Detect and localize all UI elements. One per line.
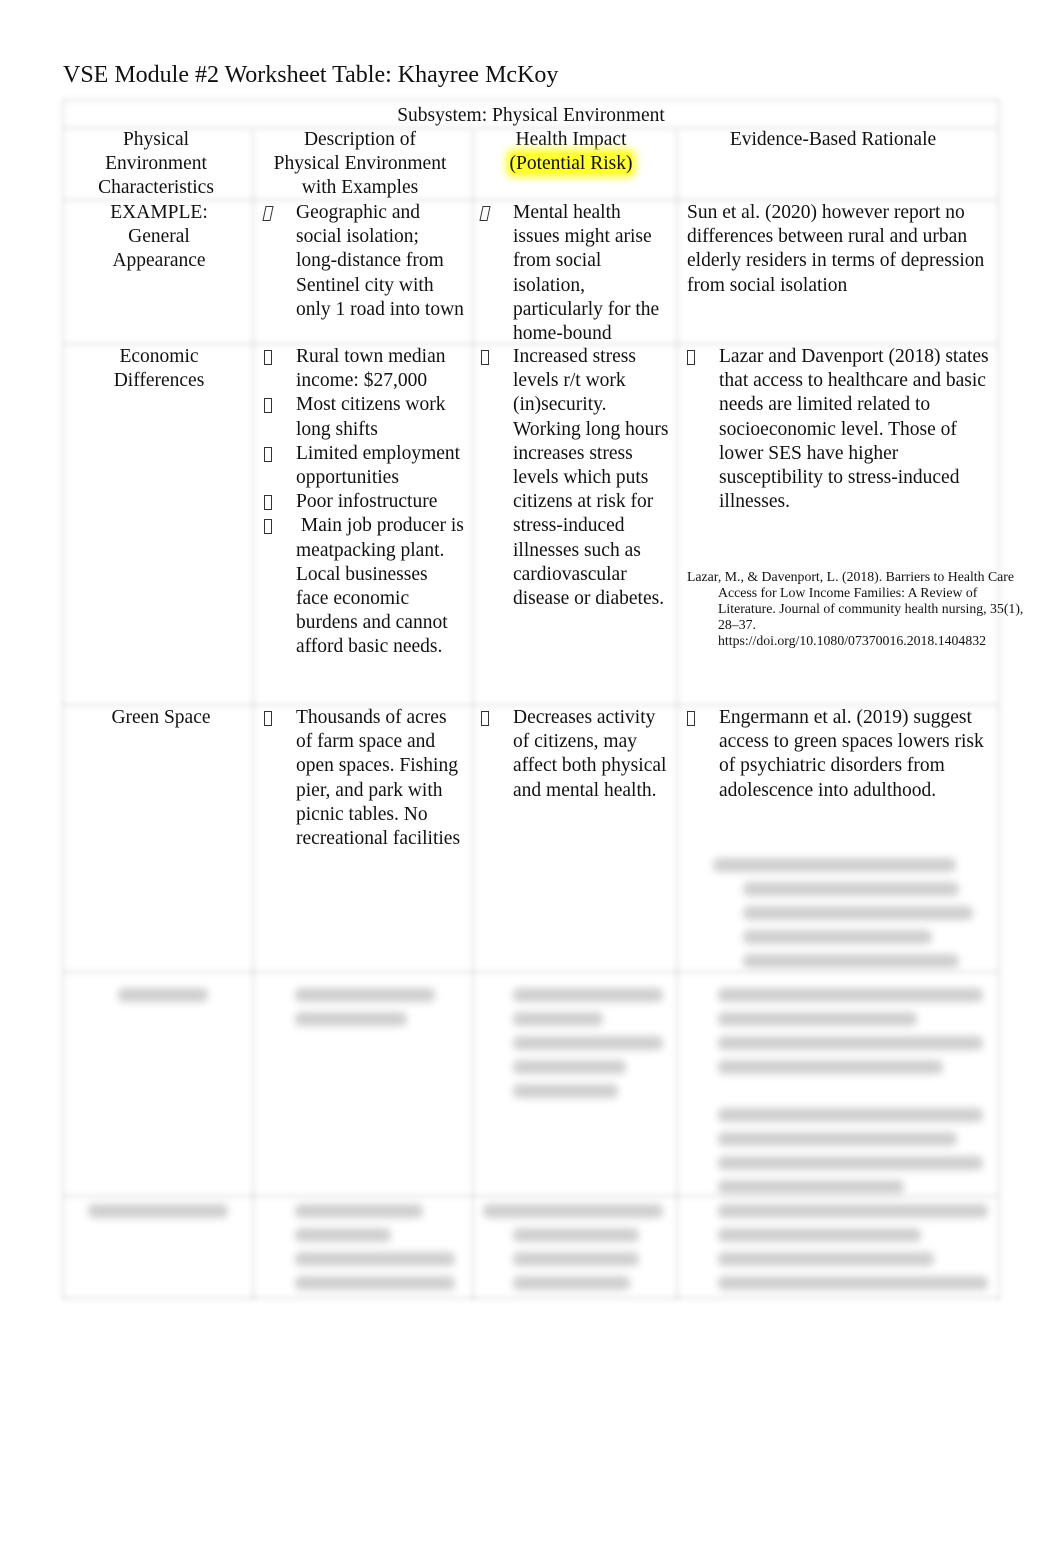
impact-list: Mental health issues might arise from so… [479, 201, 671, 346]
bullet-text: Increased stress levels r/t work (in)sec… [513, 346, 669, 610]
worksheet-table: Subsystem: Physical Environment Physical… [59, 96, 1023, 1302]
list-item: Mental health issues might arise from so… [479, 201, 671, 346]
header-health-impact: Health Impact (Potential Risk) [473, 128, 669, 176]
blurred-description [295, 1198, 455, 1300]
list-item: Lazar and Davenport (2018) states that a… [687, 345, 993, 514]
bullet-icon [481, 345, 495, 372]
bullet-icon [479, 201, 495, 228]
bullet-text: Most citizens work long shifts [296, 394, 446, 440]
characteristic-text: Green Space [111, 707, 211, 728]
impact-list: Increased stress levels r/t work (in)sec… [481, 345, 671, 611]
rationale-list: Engermann et al. (2019) suggest access t… [687, 706, 993, 803]
header-text: Physical Environment [273, 153, 447, 175]
blurred-impact [513, 982, 663, 1108]
bullet-icon [264, 442, 278, 469]
blurred-characteristic [88, 1198, 228, 1228]
characteristic-text: Differences [113, 370, 205, 392]
list-item: Most citizens work long shifts [264, 393, 464, 441]
row-characteristic: Economic Differences [63, 345, 255, 393]
bullet-icon [264, 514, 278, 541]
column-divider [469, 130, 477, 1300]
blurred-description [295, 982, 435, 1036]
characteristic-text: EXAMPLE: [110, 202, 208, 223]
bullet-icon [687, 345, 701, 372]
bullet-icon [264, 706, 278, 733]
header-text: with Examples [301, 177, 419, 199]
reference-citation: Lazar, M., & Davenport, L. (2018). Barri… [687, 569, 1024, 648]
blurred-rationale [718, 1198, 988, 1300]
header-text: Characteristics [98, 177, 214, 199]
bullet-text: Mental health issues might arise from so… [513, 202, 660, 345]
list-item: Poor infostructure [264, 490, 464, 514]
document-title: VSE Module #2 Worksheet Table: Khayree M… [63, 62, 559, 88]
list-item: Limited employment opportunities [264, 442, 464, 490]
blurred-impact [483, 1198, 663, 1300]
list-item: Thousands of acres of farm space and ope… [264, 706, 464, 851]
bullet-text: Poor infostructure [296, 491, 438, 513]
bullet-icon [264, 345, 278, 372]
bullet-icon [481, 706, 495, 733]
highlighted-text: (Potential Risk) [509, 153, 633, 175]
header-description: Description of Physical Environment with… [253, 128, 467, 201]
rationale-list: Lazar and Davenport (2018) states that a… [687, 345, 993, 514]
table-border-top [63, 96, 999, 104]
characteristic-text: General [128, 226, 190, 248]
table-border-right [995, 100, 1003, 1300]
bullet-text: Engermann et al. (2019) suggest access t… [719, 707, 984, 801]
header-characteristics: Physical Environment Characteristics [63, 128, 249, 201]
impact-list: Decreases activity of citizens, may affe… [481, 706, 671, 803]
bullet-icon [264, 490, 278, 517]
subsystem-heading: Subsystem: Physical Environment [397, 105, 665, 126]
list-item: Engermann et al. (2019) suggest access t… [687, 706, 993, 803]
row-characteristic: EXAMPLE: General Appearance [63, 201, 255, 274]
characteristic-text: Appearance [112, 250, 206, 272]
list-item: Increased stress levels r/t work (in)sec… [481, 345, 671, 611]
bullet-icon [687, 706, 701, 733]
description-list: Rural town median income: $27,000 Most c… [264, 345, 464, 660]
header-text: Physical [122, 129, 190, 150]
description-list: Geographic and social isolation; long-di… [262, 201, 464, 322]
description-list: Thousands of acres of farm space and ope… [264, 706, 464, 851]
bullet-text: Thousands of acres of farm space and ope… [296, 707, 461, 850]
header-text: Health Impact [515, 129, 627, 150]
column-divider [673, 130, 681, 1300]
characteristic-text: Economic [119, 346, 199, 367]
blurred-reference [713, 852, 983, 978]
bullet-text: Lazar and Davenport (2018) states that a… [719, 346, 989, 513]
bullet-text: Main job producer is meatpacking plant. … [296, 515, 469, 658]
bullet-icon [262, 201, 278, 228]
header-text: Description of [303, 129, 417, 150]
list-item: Main job producer is meatpacking plant. … [264, 514, 464, 659]
bullet-text: Geographic and social isolation; long-di… [296, 202, 464, 320]
row-characteristic: Green Space [63, 706, 259, 730]
bullet-text: Limited employment opportunities [296, 442, 461, 489]
bullet-icon [264, 393, 278, 420]
header-rationale: Evidence-Based Rationale [729, 129, 937, 150]
table-border-left [59, 100, 67, 1300]
blurred-characteristic [118, 982, 208, 1012]
list-item: Rural town median income: $27,000 [264, 345, 464, 393]
blurred-rationale [718, 982, 983, 1204]
header-text: Environment [105, 153, 207, 175]
list-item: Geographic and social isolation; long-di… [262, 201, 464, 322]
rationale-text: Sun et al. (2020) however report no diff… [687, 202, 985, 296]
list-item: Decreases activity of citizens, may affe… [481, 706, 671, 803]
bullet-text: Rural town median income: $27,000 [296, 346, 446, 392]
bullet-text: Decreases activity of citizens, may affe… [513, 707, 667, 801]
